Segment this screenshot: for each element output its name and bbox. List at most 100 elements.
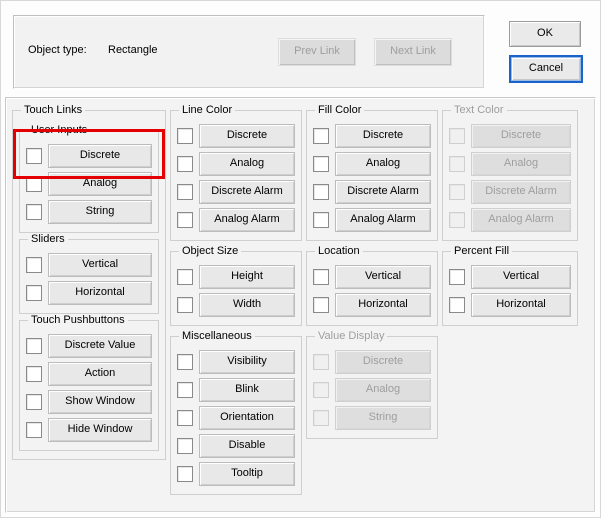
pb-discrete-value-checkbox[interactable] [26, 338, 42, 354]
user-inputs-analog-checkbox[interactable] [26, 176, 42, 192]
pb-action-checkbox[interactable] [26, 366, 42, 382]
fill-color-legend: Fill Color [315, 104, 364, 116]
percent-fill-horizontal-button[interactable]: Horizontal [471, 293, 571, 317]
location-vertical-button[interactable]: Vertical [335, 265, 431, 289]
pb-show-window-checkbox[interactable] [26, 394, 42, 410]
sliders-group: Sliders Vertical Horizontal [19, 233, 159, 314]
object-size-width-button[interactable]: Width [199, 293, 295, 317]
line-color-group: Line Color Discrete Analog Discrete Alar… [170, 104, 302, 241]
user-inputs-string-checkbox[interactable] [26, 204, 42, 220]
pb-hide-window-checkbox[interactable] [26, 422, 42, 438]
line-color-discrete-alarm-button[interactable]: Discrete Alarm [199, 180, 295, 204]
line-color-analog-button[interactable]: Analog [199, 152, 295, 176]
user-inputs-group: User Inputs Discrete Analog String [19, 124, 159, 233]
line-color-discrete-alarm-checkbox[interactable] [177, 184, 193, 200]
pb-hide-window-button[interactable]: Hide Window [48, 418, 152, 442]
fill-color-discrete-button[interactable]: Discrete [335, 124, 431, 148]
misc-orientation-checkbox[interactable] [177, 410, 193, 426]
value-display-string-checkbox [313, 410, 329, 426]
percent-fill-horizontal-checkbox[interactable] [449, 297, 465, 313]
misc-blink-checkbox[interactable] [177, 382, 193, 398]
text-color-analog-checkbox [449, 156, 465, 172]
user-inputs-discrete-checkbox[interactable] [26, 148, 42, 164]
value-display-analog-checkbox [313, 382, 329, 398]
fill-color-analog-checkbox[interactable] [313, 156, 329, 172]
misc-visibility-button[interactable]: Visibility [199, 350, 295, 374]
fill-color-analog-alarm-button[interactable]: Analog Alarm [335, 208, 431, 232]
fill-color-analog-alarm-checkbox[interactable] [313, 212, 329, 228]
sliders-vertical-button[interactable]: Vertical [48, 253, 152, 277]
location-legend: Location [315, 245, 363, 257]
value-display-discrete-button: Discrete [335, 350, 431, 374]
sliders-horizontal-checkbox[interactable] [26, 285, 42, 301]
fill-color-analog-button[interactable]: Analog [335, 152, 431, 176]
user-inputs-legend: User Inputs [28, 124, 90, 136]
touch-pushbuttons-group: Touch Pushbuttons Discrete Value Action … [19, 314, 159, 451]
text-color-legend: Text Color [451, 104, 507, 116]
text-color-discrete-button: Discrete [471, 124, 571, 148]
prev-link-button[interactable]: Prev Link [278, 38, 356, 66]
fill-color-discrete-alarm-button[interactable]: Discrete Alarm [335, 180, 431, 204]
misc-tooltip-button[interactable]: Tooltip [199, 462, 295, 486]
text-color-discrete-alarm-button: Discrete Alarm [471, 180, 571, 204]
text-color-analog-alarm-button: Analog Alarm [471, 208, 571, 232]
text-color-analog-button: Analog [471, 152, 571, 176]
text-color-discrete-checkbox [449, 128, 465, 144]
value-display-group: Value Display Discrete Analog String [306, 330, 438, 439]
location-vertical-checkbox[interactable] [313, 269, 329, 285]
object-size-height-button[interactable]: Height [199, 265, 295, 289]
misc-visibility-checkbox[interactable] [177, 354, 193, 370]
user-inputs-analog-button[interactable]: Analog [48, 172, 152, 196]
value-display-discrete-checkbox [313, 354, 329, 370]
sliders-legend: Sliders [28, 233, 68, 245]
text-color-group: Text Color Discrete Analog Discrete Alar… [442, 104, 578, 241]
fill-color-discrete-alarm-checkbox[interactable] [313, 184, 329, 200]
pb-show-window-button[interactable]: Show Window [48, 390, 152, 414]
percent-fill-vertical-button[interactable]: Vertical [471, 265, 571, 289]
line-color-analog-checkbox[interactable] [177, 156, 193, 172]
misc-disable-button[interactable]: Disable [199, 434, 295, 458]
line-color-analog-alarm-checkbox[interactable] [177, 212, 193, 228]
location-horizontal-button[interactable]: Horizontal [335, 293, 431, 317]
object-type-frame: Object type: Rectangle Prev Link Next Li… [13, 15, 485, 89]
user-inputs-discrete-button[interactable]: Discrete [48, 144, 152, 168]
link-properties-window: { "header": { "object_type_label": "Obje… [0, 0, 601, 518]
value-display-string-button: String [335, 406, 431, 430]
ok-button[interactable]: OK [509, 21, 581, 47]
object-type-value: Rectangle [108, 44, 158, 56]
next-link-button[interactable]: Next Link [374, 38, 452, 66]
touch-links-group: Touch Links User Inputs Discrete Analog [12, 104, 166, 460]
pb-action-button[interactable]: Action [48, 362, 152, 386]
sliders-horizontal-button[interactable]: Horizontal [48, 281, 152, 305]
misc-tooltip-checkbox[interactable] [177, 466, 193, 482]
misc-disable-checkbox[interactable] [177, 438, 193, 454]
line-color-analog-alarm-button[interactable]: Analog Alarm [199, 208, 295, 232]
fill-color-group: Fill Color Discrete Analog Discrete Alar… [306, 104, 438, 241]
links-panel: Touch Links User Inputs Discrete Analog [5, 97, 596, 513]
object-size-group: Object Size Height Width [170, 245, 302, 326]
fill-color-discrete-checkbox[interactable] [313, 128, 329, 144]
line-color-discrete-button[interactable]: Discrete [199, 124, 295, 148]
sliders-vertical-checkbox[interactable] [26, 257, 42, 273]
percent-fill-legend: Percent Fill [451, 245, 512, 257]
object-size-width-checkbox[interactable] [177, 297, 193, 313]
object-type-label: Object type: [28, 44, 87, 56]
misc-orientation-button[interactable]: Orientation [199, 406, 295, 430]
location-group: Location Vertical Horizontal [306, 245, 438, 326]
object-size-height-checkbox[interactable] [177, 269, 193, 285]
percent-fill-group: Percent Fill Vertical Horizontal [442, 245, 578, 326]
user-inputs-string-button[interactable]: String [48, 200, 152, 224]
miscellaneous-group: Miscellaneous Visibility Blink Orientati… [170, 330, 302, 495]
percent-fill-vertical-checkbox[interactable] [449, 269, 465, 285]
pb-discrete-value-button[interactable]: Discrete Value [48, 334, 152, 358]
location-horizontal-checkbox[interactable] [313, 297, 329, 313]
text-color-discrete-alarm-checkbox [449, 184, 465, 200]
value-display-legend: Value Display [315, 330, 387, 342]
line-color-discrete-checkbox[interactable] [177, 128, 193, 144]
touch-links-legend: Touch Links [21, 104, 85, 116]
misc-blink-button[interactable]: Blink [199, 378, 295, 402]
cancel-button[interactable]: Cancel [509, 55, 583, 83]
miscellaneous-legend: Miscellaneous [179, 330, 255, 342]
text-color-analog-alarm-checkbox [449, 212, 465, 228]
object-size-legend: Object Size [179, 245, 241, 257]
